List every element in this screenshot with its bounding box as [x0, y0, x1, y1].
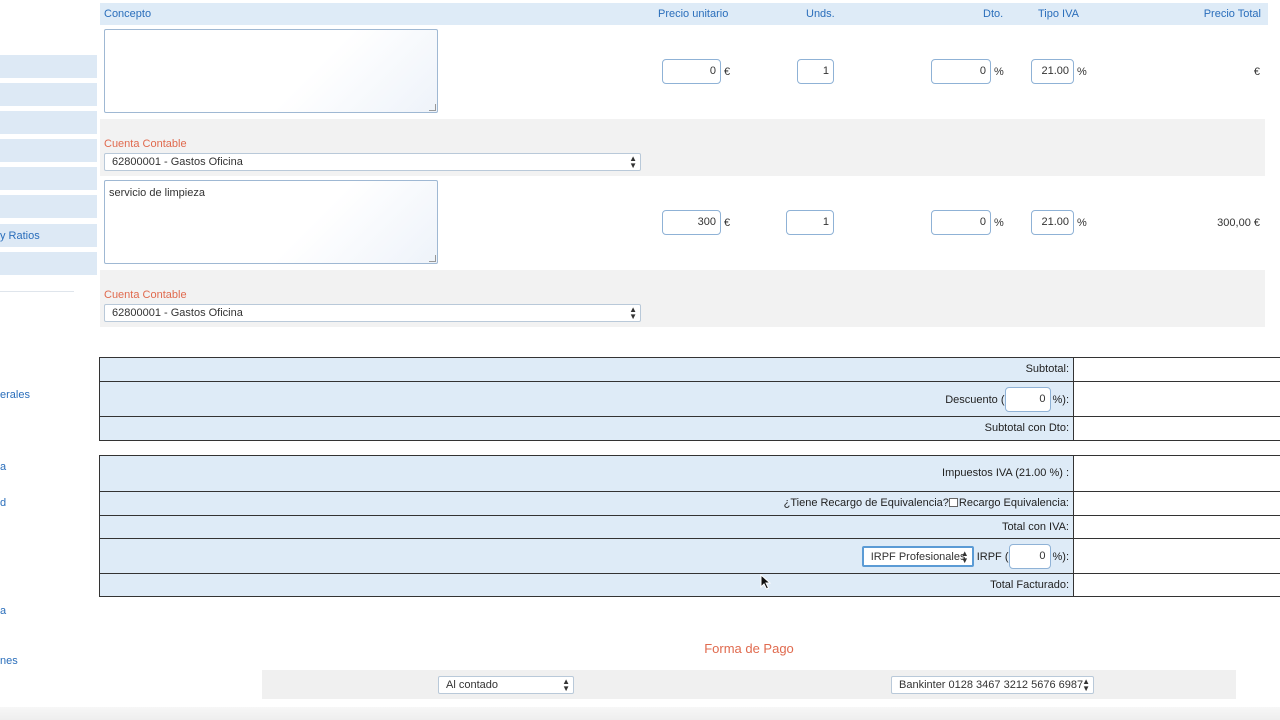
cuenta-contable-label: Cuenta Contable: [104, 138, 187, 150]
sidebar-link[interactable]: nes: [0, 655, 18, 667]
descuento-suffix: %):: [1052, 393, 1070, 406]
irpf-row: IRPF Profesionales ▲ ▼ IRPF ( 0 %):: [100, 538, 1280, 573]
recargo-row: ¿Tiene Recargo de Equivalencia? Recargo E…: [100, 491, 1280, 515]
total-iva-label: Total con IVA:: [1001, 521, 1069, 533]
descuento-input[interactable]: 0: [1004, 387, 1051, 412]
select-arrows-icon: ▲ ▼: [960, 549, 969, 565]
sidebar-item[interactable]: [0, 111, 97, 134]
subtotal-dto-label: Subtotal con Dto:: [984, 422, 1069, 434]
percent-unit: %: [994, 217, 1004, 229]
total-iva-row: Total con IVA:: [100, 515, 1280, 538]
concepto-textarea[interactable]: servicio de limpieza: [104, 180, 438, 264]
total-facturado-label: Total Facturado:: [990, 579, 1069, 591]
precio-total-value: €: [1253, 66, 1260, 78]
sidebar-item[interactable]: [0, 167, 97, 190]
select-arrows-icon: ▲ ▼: [629, 154, 637, 170]
cuenta-contable-select[interactable]: 62800001 - Gastos Oficina ▲ ▼: [104, 304, 641, 322]
select-arrows-icon: ▲ ▼: [1082, 677, 1090, 693]
recargo-equivalencia-label: Recargo Equivalencia:: [958, 497, 1069, 509]
irpf-type-value: IRPF Profesionales: [870, 551, 966, 563]
cuenta-contable-select[interactable]: 62800001 - Gastos Oficina ▲ ▼: [104, 153, 641, 171]
total-facturado-value: [1073, 574, 1280, 596]
subtotal-row: Subtotal:: [100, 358, 1280, 381]
forma-de-pago-bar: Al contado ▲ ▼ Bankinter 0128 3467 3212 5…: [262, 670, 1236, 699]
header-dto: Dto.: [983, 8, 1004, 20]
cuenta-contable-value: 62800001 - Gastos Oficina: [112, 307, 243, 319]
sidebar-item[interactable]: [0, 55, 97, 78]
irpf-input[interactable]: 0: [1008, 544, 1051, 569]
precio-input[interactable]: 0: [662, 59, 721, 84]
total-facturado-row: Total Facturado:: [100, 573, 1280, 596]
descuento-value: [1073, 382, 1280, 416]
select-arrows-icon: ▲ ▼: [562, 677, 570, 693]
unds-input[interactable]: 1: [786, 210, 834, 235]
bank-account-select[interactable]: Bankinter 0128 3467 3212 5676 6987 ▲ ▼: [891, 676, 1094, 694]
percent-unit: %: [1077, 66, 1087, 78]
cuenta-contable-value: 62800001 - Gastos Oficina: [112, 156, 243, 168]
cuenta-contable-row: Cuenta Contable 62800001 - Gastos Oficin…: [100, 119, 1265, 176]
taxes-table: Impuestos IVA (21.00 %) : ¿Tiene Recargo…: [99, 455, 1280, 597]
unds-input[interactable]: 1: [797, 59, 834, 84]
sidebar-item[interactable]: [0, 252, 97, 275]
sidebar-item-label: y Ratios: [0, 230, 40, 242]
payment-method-value: Al contado: [446, 679, 498, 691]
descuento-label: Descuento ( 0 %):: [945, 387, 1069, 412]
cuenta-contable-row: Cuenta Contable 62800001 - Gastos Oficin…: [100, 270, 1265, 327]
subtotal-value: [1073, 358, 1280, 381]
concepto-textarea[interactable]: [104, 29, 438, 113]
recargo-label: ¿Tiene Recargo de Equivalencia? Recargo E…: [784, 497, 1069, 509]
invoice-page: y Ratios erales a d a nes Concepto Preci…: [0, 0, 1280, 720]
sidebar-link[interactable]: erales: [0, 389, 30, 401]
percent-unit: %: [1077, 217, 1087, 229]
header-concepto: Concepto: [104, 8, 152, 20]
select-arrows-icon: ▲ ▼: [629, 305, 637, 321]
descuento-label-text: Descuento (: [945, 393, 1005, 406]
header-precio-unitario: Precio unitario: [658, 8, 729, 20]
iva-input[interactable]: 21.00: [1031, 59, 1074, 84]
header-precio-total: Precio Total: [1203, 8, 1261, 20]
irpf-label: IRPF (: [976, 550, 1009, 563]
descuento-row: Descuento ( 0 %):: [100, 381, 1280, 416]
bank-account-value: Bankinter 0128 3467 3212 5676 6987: [899, 679, 1084, 691]
sidebar-divider: [0, 291, 74, 292]
line-items-header: Concepto Precio unitario Unds. Dto. Tipo…: [100, 3, 1268, 25]
payment-method-select[interactable]: Al contado ▲ ▼: [438, 676, 574, 694]
impuestos-row: Impuestos IVA (21.00 %) :: [100, 456, 1280, 491]
header-tipo-iva: Tipo IVA: [1038, 8, 1079, 20]
recargo-question: ¿Tiene Recargo de Equivalencia?: [783, 497, 949, 509]
irpf-value: [1073, 539, 1280, 573]
precio-total-value: 300,00 €: [1217, 217, 1260, 229]
irpf-controls: IRPF Profesionales ▲ ▼ IRPF ( 0 %):: [861, 544, 1070, 569]
impuestos-label: Impuestos IVA (21.00 %) :: [942, 467, 1069, 479]
precio-input[interactable]: 300: [662, 210, 721, 235]
forma-de-pago-title: Forma de Pago: [704, 641, 794, 656]
percent-unit: %: [994, 66, 1004, 78]
dto-input[interactable]: 0: [931, 59, 991, 84]
recargo-value: [1073, 492, 1280, 515]
dto-input[interactable]: 0: [931, 210, 991, 235]
sidebar-item-ratios[interactable]: y Ratios: [0, 224, 97, 247]
mouse-cursor-icon: [760, 574, 771, 590]
irpf-suffix: %):: [1052, 550, 1070, 563]
sidebar-item[interactable]: [0, 139, 97, 162]
sidebar-link[interactable]: a: [0, 461, 6, 473]
sidebar-item[interactable]: [0, 195, 97, 218]
subtotal-dto-value: [1073, 417, 1280, 440]
total-iva-value: [1073, 516, 1280, 538]
sidebar-item[interactable]: [0, 83, 97, 106]
iva-input[interactable]: 21.00: [1031, 210, 1074, 235]
sidebar-link[interactable]: a: [0, 605, 6, 617]
irpf-type-select[interactable]: IRPF Profesionales ▲ ▼: [861, 546, 974, 567]
cuenta-contable-label: Cuenta Contable: [104, 289, 187, 301]
subtotal-label: Subtotal:: [1025, 363, 1069, 375]
currency-unit: €: [724, 66, 731, 78]
subtotal-table: Subtotal: Descuento ( 0 %): Subtotal con…: [99, 357, 1280, 441]
currency-unit: €: [724, 217, 731, 229]
sidebar-link[interactable]: d: [0, 497, 6, 509]
recargo-checkbox[interactable]: [948, 498, 958, 507]
impuestos-value: [1073, 456, 1280, 491]
header-unds: Unds.: [806, 8, 835, 20]
page-bottom-edge: [0, 707, 1280, 720]
subtotal-dto-row: Subtotal con Dto:: [100, 416, 1280, 440]
